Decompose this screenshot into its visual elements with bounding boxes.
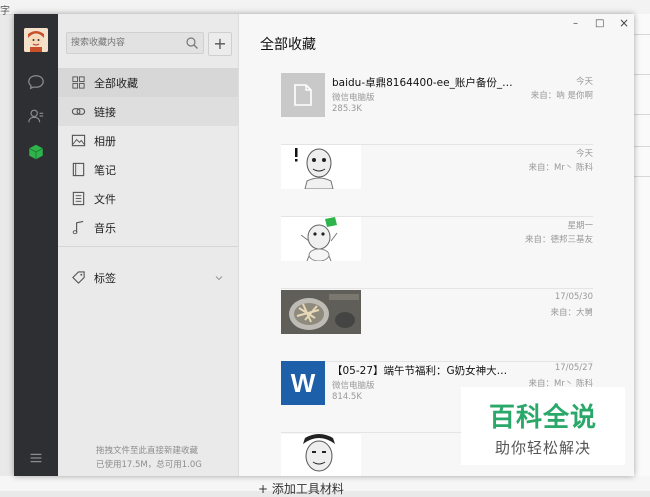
search-input[interactable]	[67, 33, 183, 53]
item-from: 来自：Mr丶 陈科	[528, 163, 593, 173]
category-link[interactable]: 链接	[58, 97, 238, 126]
item-from: 来自：大舅	[550, 308, 593, 318]
favorite-item[interactable]: baidu-卓鼎8164400-ee_账户备份_2... 微信电脑版 285.3…	[281, 73, 593, 145]
image-thumbnail	[281, 434, 361, 476]
item-date: 17/05/27	[554, 363, 593, 373]
item-source: 微信电脑版	[332, 93, 375, 103]
avatar[interactable]	[24, 28, 48, 52]
background-top-strip	[0, 0, 650, 15]
item-size: 814.5K	[332, 392, 362, 402]
grid-icon	[70, 75, 86, 91]
document-icon	[294, 84, 312, 106]
file-icon	[70, 191, 86, 207]
favorites-cube-icon[interactable]	[26, 142, 46, 162]
chat-icon[interactable]	[26, 72, 46, 92]
item-date: 星期一	[567, 221, 593, 231]
category-label: 链接	[94, 105, 116, 119]
minimize-button[interactable]: –	[573, 18, 578, 29]
watermark-slogan: 助你轻松解决	[494, 439, 591, 457]
watermark-title: 百科全说	[488, 403, 597, 433]
close-button[interactable]: ×	[619, 16, 629, 30]
music-icon	[70, 220, 86, 236]
page-title: 全部收藏	[260, 37, 316, 53]
drop-hint-text: 拖拽文件至此直接新建收藏	[96, 446, 199, 456]
photo-icon	[70, 133, 86, 149]
category-music[interactable]: 音乐	[58, 213, 238, 242]
favorite-item[interactable]: 星期一 来自：德邦三基友	[281, 217, 593, 289]
watermark-logo: 百科全说 助你轻松解决	[461, 387, 625, 465]
category-note[interactable]: 笔记	[58, 155, 238, 184]
storage-usage-text: 已使用17.5M，总可用1.0G	[96, 460, 202, 470]
category-label: 文件	[94, 192, 116, 206]
contacts-icon[interactable]	[26, 106, 46, 126]
item-date: 17/05/30	[554, 292, 593, 302]
category-label: 标签	[94, 271, 116, 285]
background-right-page	[634, 14, 650, 491]
menu-icon[interactable]	[26, 448, 46, 468]
chevron-down-icon[interactable]	[214, 273, 224, 283]
category-tags[interactable]: 标签	[58, 263, 238, 292]
item-from: 来自：德邦三基友	[524, 235, 593, 245]
category-photo[interactable]: 相册	[58, 126, 238, 155]
category-file[interactable]: 文件	[58, 184, 238, 213]
link-icon	[70, 104, 86, 120]
tag-icon	[70, 270, 86, 286]
item-from: 来自：吶 是你啊	[530, 91, 593, 101]
item-source: 微信电脑版	[332, 381, 375, 391]
category-panel: + 全部收藏 链接 相册 笔记 文件 音乐 标签	[58, 14, 239, 476]
search-box	[66, 32, 204, 54]
item-date: 今天	[575, 77, 593, 87]
add-tool-material-link[interactable]: + 添加工具材料	[258, 480, 344, 497]
item-date: 今天	[575, 149, 593, 159]
category-label: 音乐	[94, 221, 116, 235]
maximize-button[interactable]: □	[595, 18, 604, 29]
file-thumbnail	[281, 73, 325, 117]
note-icon	[70, 162, 86, 178]
item-title: 【05-27】端午节福利：G奶女神大粽...	[332, 365, 517, 377]
background-glyph: 字	[0, 6, 10, 17]
word-document-icon: W	[281, 361, 325, 405]
image-thumbnail	[281, 145, 361, 189]
category-label: 全部收藏	[94, 76, 138, 90]
image-thumbnail	[281, 290, 361, 334]
add-favorite-button[interactable]: +	[208, 32, 232, 56]
favorite-item[interactable]: 今天 来自：Mr丶 陈科	[281, 145, 593, 217]
category-label: 笔记	[94, 163, 116, 177]
favorite-item[interactable]: 17/05/30 来自：大舅	[281, 290, 593, 362]
search-icon[interactable]	[185, 36, 199, 50]
item-separator	[281, 288, 593, 289]
item-size: 285.3K	[332, 104, 362, 114]
item-title: baidu-卓鼎8164400-ee_账户备份_2...	[332, 77, 517, 89]
category-divider	[58, 246, 238, 247]
category-all[interactable]: 全部收藏	[58, 68, 238, 97]
side-nav	[14, 14, 58, 476]
category-label: 相册	[94, 134, 116, 148]
image-thumbnail	[281, 217, 361, 261]
